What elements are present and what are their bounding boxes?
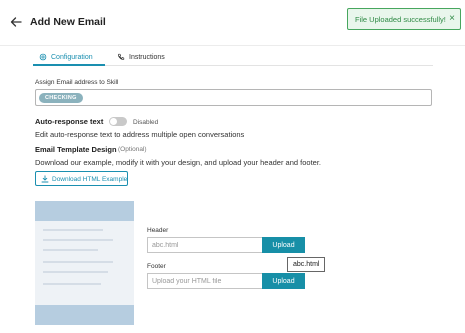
footer-upload-label: Footer xyxy=(147,263,166,270)
active-tab-indicator xyxy=(33,64,105,66)
preview-line xyxy=(43,229,103,231)
skill-select[interactable]: CHECKING xyxy=(35,89,432,106)
header-file-input[interactable] xyxy=(147,237,262,253)
upload-success-toast: File Uploaded successfully! × xyxy=(347,8,461,30)
preview-footer-band xyxy=(35,305,134,325)
toast-message: File Uploaded successfully! xyxy=(355,15,446,24)
header-upload-button[interactable]: Upload xyxy=(262,237,305,253)
skill-field-label: Assign Email address to Skill xyxy=(35,79,119,86)
template-design-label: Email Template Design xyxy=(35,145,117,154)
auto-response-description: Edit auto-response text to address multi… xyxy=(35,130,245,139)
template-preview-image xyxy=(35,201,134,325)
toggle-state-text: Disabled xyxy=(133,119,159,126)
tab-instructions-label: Instructions xyxy=(129,53,165,61)
optional-tag: (Optional) xyxy=(118,146,147,153)
header-upload-label: Header xyxy=(147,227,169,234)
download-button-label: Download HTML Example xyxy=(52,176,128,183)
phone-icon xyxy=(118,53,125,60)
preview-line xyxy=(43,249,98,251)
arrow-left-icon[interactable] xyxy=(9,15,23,29)
preview-line xyxy=(43,283,101,285)
file-name-tooltip: abc.html xyxy=(287,257,326,272)
close-icon[interactable]: × xyxy=(449,13,455,25)
preview-line xyxy=(43,271,108,273)
footer-file-input[interactable] xyxy=(147,273,262,289)
download-html-example-button[interactable]: Download HTML Example xyxy=(35,171,128,186)
preview-header-band xyxy=(35,201,134,221)
download-icon xyxy=(41,175,49,183)
page-title: Add New Email xyxy=(30,16,106,28)
auto-response-label: Auto-response text xyxy=(35,117,104,126)
auto-response-toggle[interactable] xyxy=(109,117,127,126)
preview-line xyxy=(43,239,113,241)
toggle-knob xyxy=(110,118,117,125)
preview-line xyxy=(43,261,113,263)
tab-instructions[interactable]: Instructions xyxy=(117,48,165,66)
template-description: Download our example, modify it with you… xyxy=(35,158,322,167)
tab-bar: Configuration Instructions xyxy=(33,46,433,66)
gear-icon xyxy=(39,53,47,61)
tab-configuration-label: Configuration xyxy=(51,53,93,61)
footer-upload-button[interactable]: Upload xyxy=(262,273,305,289)
skill-chip[interactable]: CHECKING xyxy=(39,93,83,103)
